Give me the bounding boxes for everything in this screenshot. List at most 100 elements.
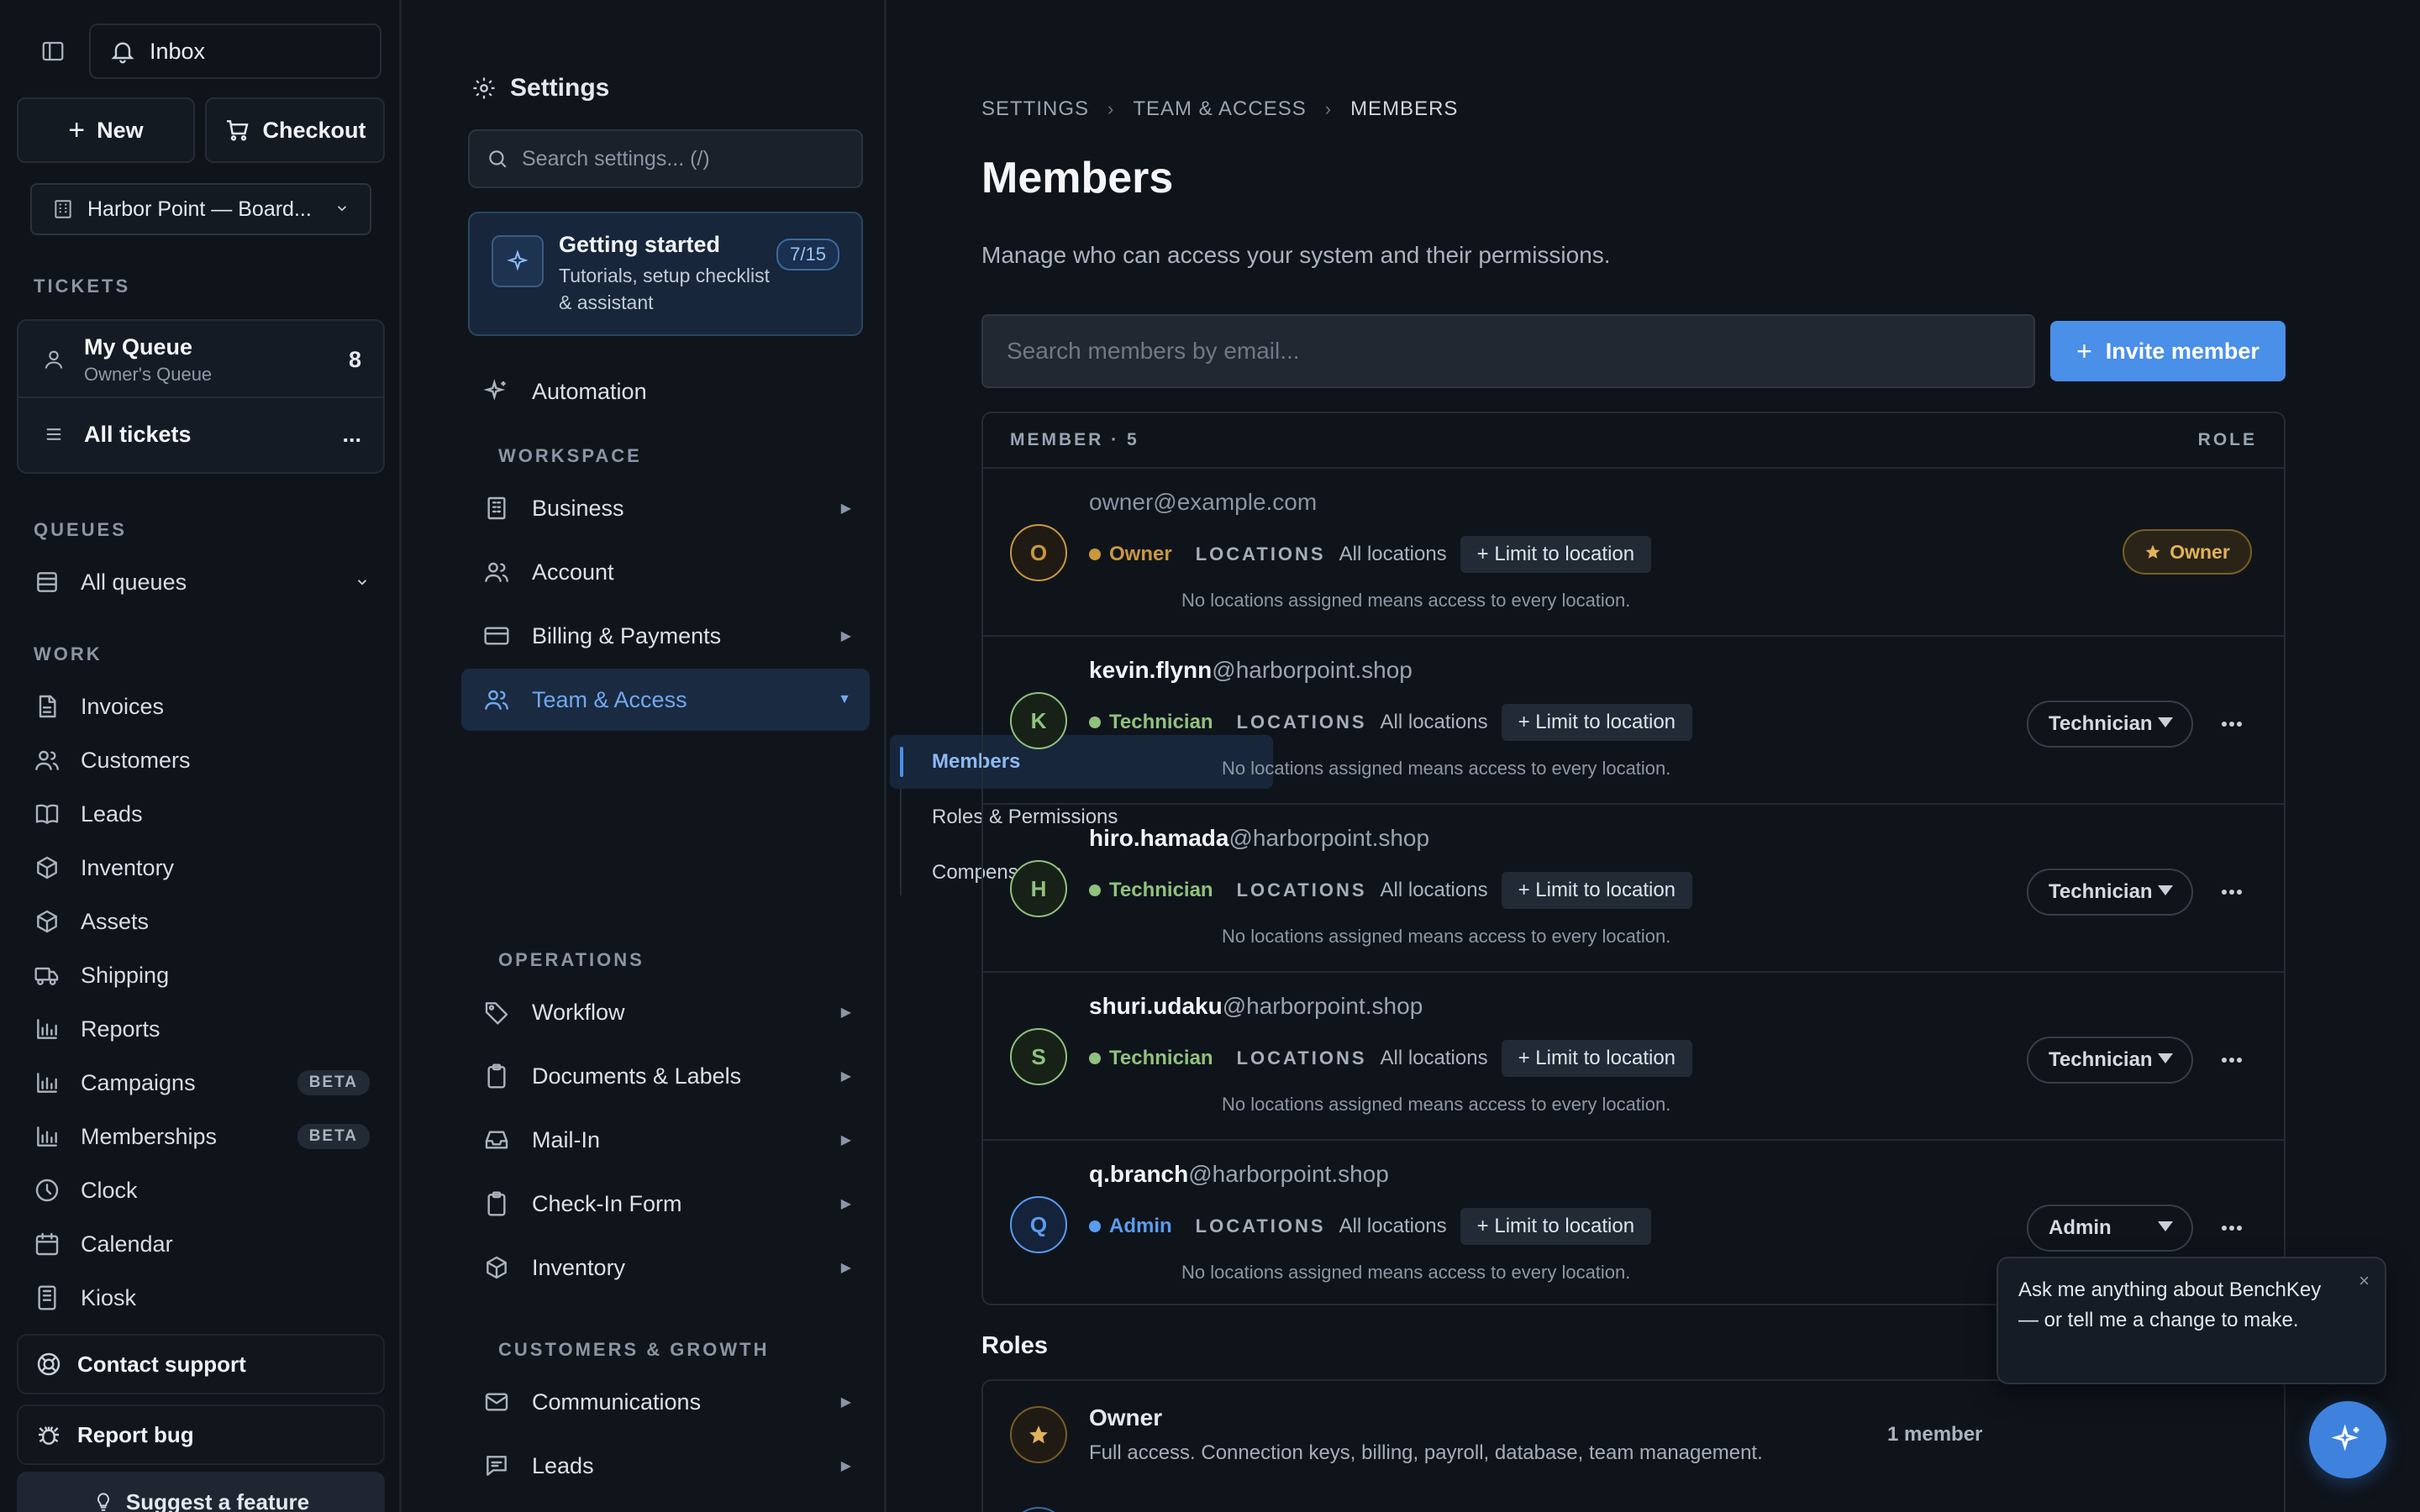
settings-item-workflow[interactable]: Workflow ▶	[461, 981, 870, 1043]
growth-heading: CUSTOMERS & GROWTH	[498, 1339, 770, 1360]
member-meta: Technician LOCATIONS All locations + Limit …	[1089, 872, 1693, 909]
settings-item-label: Inventory	[532, 1254, 626, 1280]
new-button[interactable]: + New	[17, 97, 195, 163]
suggest-feature-button[interactable]: Suggest a feature	[17, 1472, 385, 1512]
sidebar-item-campaigns[interactable]: Campaigns BETA	[34, 1062, 370, 1104]
close-icon[interactable]: ×	[2359, 1270, 2370, 1292]
assistant-button[interactable]	[2309, 1401, 2386, 1478]
member-role: Admin	[1089, 1215, 1172, 1238]
settings-item-mail-in[interactable]: Mail-In ▶	[461, 1109, 870, 1171]
page-title: Members	[981, 154, 1174, 202]
role-select[interactable]: Admin	[2027, 1205, 2193, 1252]
sidebar-item-label: Shipping	[81, 962, 170, 988]
caret-right-icon: ▶	[840, 1133, 851, 1147]
settings-item-billing-and-payments[interactable]: Billing & Payments ▶	[461, 605, 870, 667]
more-icon[interactable]	[2215, 707, 2249, 741]
status-dot	[1089, 885, 1101, 896]
chevron-down-icon	[334, 197, 350, 222]
contact-support-label: Contact support	[77, 1351, 246, 1377]
caret-down-icon	[2158, 1053, 2173, 1063]
limit-to-location-button[interactable]: + Limit to location	[1501, 704, 1693, 741]
locations-value: All locations	[1380, 1047, 1488, 1069]
bar-chart-icon	[34, 1069, 60, 1096]
sidebar-item-customers[interactable]: Customers	[34, 739, 370, 781]
sidebar-item-clock[interactable]: Clock	[34, 1169, 370, 1211]
bug-icon	[35, 1421, 62, 1448]
getting-started-subtitle: Tutorials, setup checklist & assistant	[559, 265, 770, 313]
contact-support-button[interactable]: Contact support	[17, 1334, 385, 1394]
settings-title: Settings	[471, 74, 609, 102]
sidebar-item-shipping[interactable]: Shipping	[34, 954, 370, 996]
mail-icon	[483, 1389, 510, 1415]
invite-member-button[interactable]: + Invite member	[2050, 321, 2286, 381]
role-card-owner[interactable]: Owner Full access. Connection keys, bill…	[981, 1379, 2286, 1512]
member-search-input[interactable]	[1007, 338, 2033, 365]
all-queues-item[interactable]: All queues	[34, 561, 370, 603]
location-label: Harbor Point — Board...	[87, 197, 312, 221]
column-member: MEMBER · 5	[1010, 430, 1139, 449]
bar-chart-icon	[34, 1016, 60, 1042]
sidebar-item-kiosk[interactable]: Kiosk	[34, 1277, 370, 1319]
breadcrumb-settings[interactable]: SETTINGS	[981, 97, 1089, 121]
member-search[interactable]	[981, 314, 2035, 388]
settings-item-inventory[interactable]: Inventory ▶	[461, 1236, 870, 1299]
sidebar-item-reports[interactable]: Reports	[34, 1008, 370, 1050]
more-icon[interactable]	[2215, 1043, 2249, 1077]
more-icon[interactable]	[2215, 1211, 2249, 1245]
sidebar-item-label: Customers	[81, 747, 191, 773]
email-user: kevin.flynn	[1089, 657, 1213, 683]
settings-item-automation[interactable]: Automation	[461, 360, 870, 423]
role-select[interactable]: Technician	[2027, 1037, 2193, 1084]
settings-item-communications[interactable]: Communications ▶	[461, 1371, 870, 1433]
avatar: K	[1010, 692, 1067, 749]
role-select[interactable]: Technician	[2027, 701, 2193, 748]
sidebar-item-memberships[interactable]: Memberships BETA	[34, 1116, 370, 1158]
checkout-button[interactable]: Checkout	[205, 97, 385, 163]
breadcrumb-team-access[interactable]: TEAM & ACCESS	[1133, 97, 1306, 121]
settings-item-documents-and-labels[interactable]: Documents & Labels ▶	[461, 1045, 870, 1107]
more-icon[interactable]	[2215, 875, 2249, 909]
limit-to-location-button[interactable]: + Limit to location	[1501, 1040, 1693, 1077]
limit-to-location-button[interactable]: + Limit to location	[1501, 872, 1693, 909]
clipboard-icon	[483, 1190, 510, 1217]
divider	[18, 396, 383, 398]
clock-icon	[34, 1177, 60, 1204]
my-queue-item[interactable]: My Queue Owner's Queue 8	[18, 334, 383, 385]
settings-item-account[interactable]: Account	[461, 541, 870, 603]
limit-to-location-button[interactable]: + Limit to location	[1460, 536, 1652, 573]
truck-icon	[34, 962, 60, 989]
report-bug-button[interactable]: Report bug	[17, 1404, 385, 1465]
all-tickets-item[interactable]: All tickets ...	[18, 405, 383, 464]
location-select[interactable]: Harbor Point — Board...	[30, 183, 371, 235]
sidebar-toggle-icon[interactable]	[17, 24, 89, 79]
inbox-button[interactable]: Inbox	[89, 24, 381, 79]
status-dot	[1089, 717, 1101, 728]
all-tickets-more[interactable]: ...	[342, 422, 361, 448]
sidebar-item-leads[interactable]: Leads	[34, 793, 370, 835]
search-icon	[487, 148, 508, 170]
role-select-value: Admin	[2049, 1216, 2112, 1239]
sidebar-item-calendar[interactable]: Calendar	[34, 1223, 370, 1265]
email-user: shuri.udaku	[1089, 993, 1223, 1019]
sidebar-item-label: Inventory	[81, 854, 175, 880]
sidebar-item-assets[interactable]: Assets	[34, 900, 370, 942]
settings-item-leads[interactable]: Leads ▶	[461, 1435, 870, 1497]
settings-item-team-and-access[interactable]: Team & Access ▼	[461, 669, 870, 731]
getting-started-card[interactable]: Getting started Tutorials, setup checkli…	[468, 212, 863, 336]
sidebar-item-inventory[interactable]: Inventory	[34, 847, 370, 889]
settings-item-check-in-form[interactable]: Check-In Form ▶	[461, 1173, 870, 1235]
locations-note: No locations assigned means access to ev…	[1181, 1262, 1631, 1283]
settings-search[interactable]	[468, 129, 863, 188]
role-select[interactable]: Technician	[2027, 869, 2193, 916]
settings-item-business[interactable]: Business ▶	[461, 477, 870, 539]
building-icon	[483, 495, 510, 522]
all-queues-label: All queues	[81, 569, 187, 595]
settings-search-input[interactable]	[522, 146, 861, 171]
settings-item-label: Team & Access	[532, 686, 687, 712]
settings-item-label: Communications	[532, 1389, 702, 1415]
sidebar-item-invoices[interactable]: Invoices	[34, 685, 370, 727]
box-icon	[34, 854, 60, 881]
table-header: MEMBER · 5 ROLE	[983, 413, 2284, 469]
tablet-icon	[34, 1284, 60, 1311]
limit-to-location-button[interactable]: + Limit to location	[1460, 1208, 1652, 1245]
